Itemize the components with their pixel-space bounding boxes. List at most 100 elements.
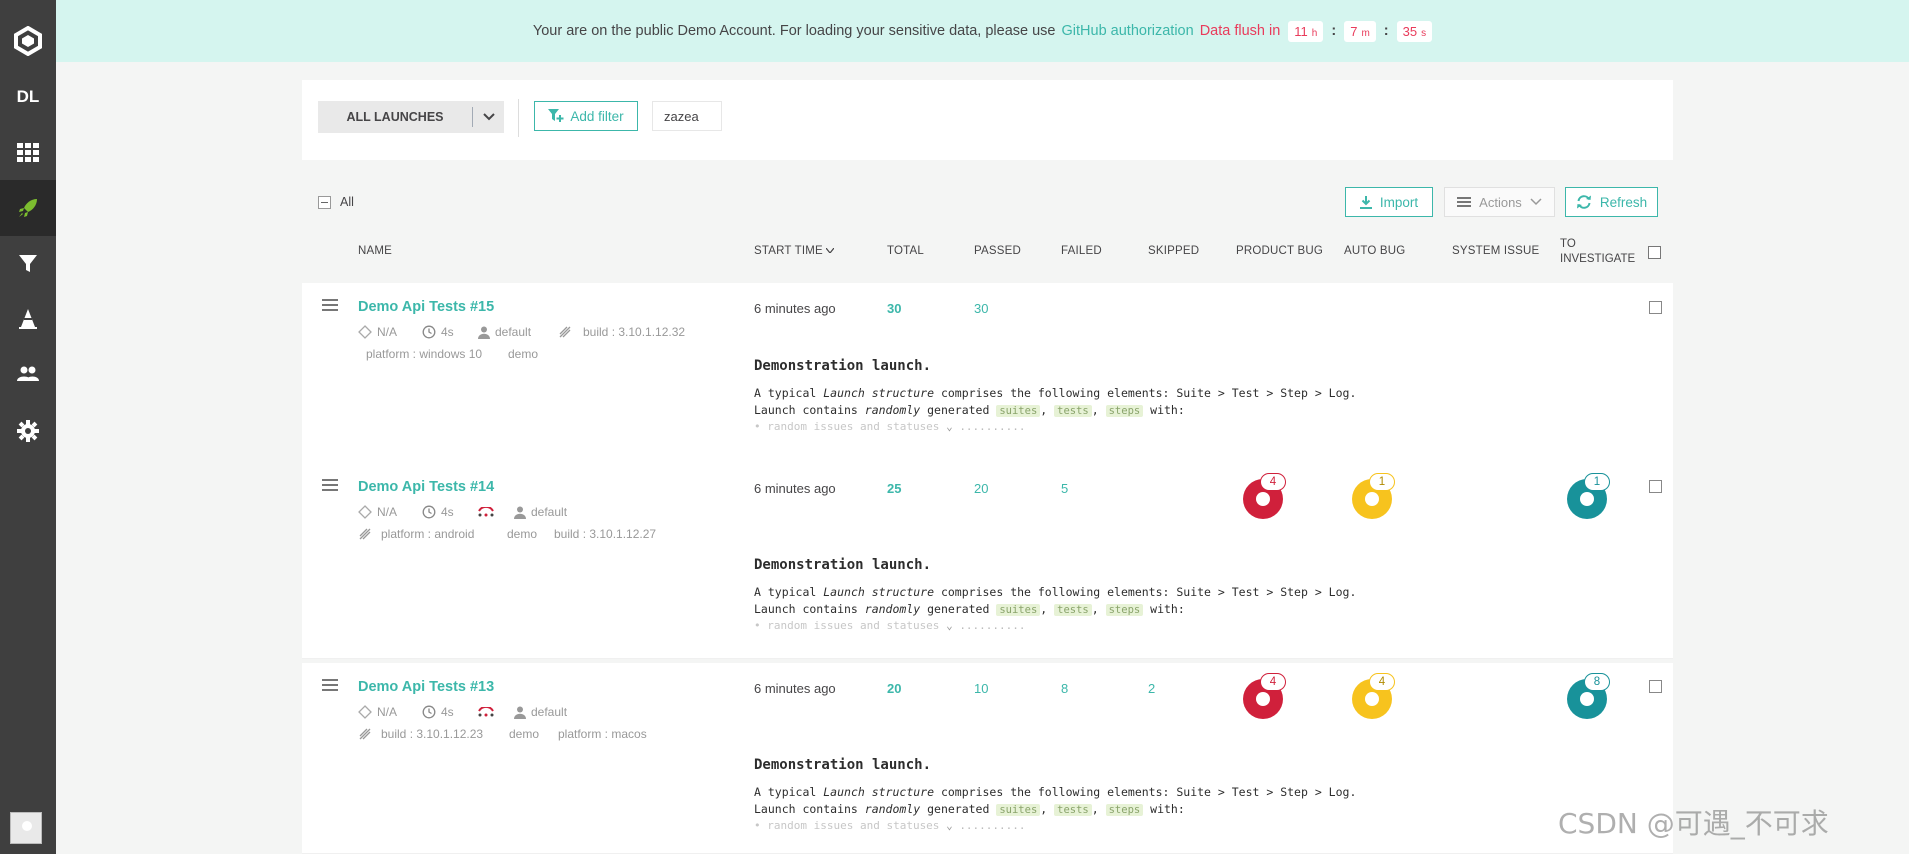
progress-dots-icon (476, 507, 496, 517)
desc-line3: • random issues and statuses (754, 420, 940, 433)
launches-select[interactable]: ALL LAUNCHES (318, 101, 504, 133)
logo-icon[interactable] (0, 13, 56, 69)
start-time: 6 minutes ago (754, 481, 836, 496)
hours-unit: h (1311, 27, 1318, 39)
attribute-tag[interactable]: build : 3.10.1.12.23 (381, 727, 483, 741)
diamond-icon (358, 325, 372, 339)
sidebar-item-members[interactable] (0, 346, 56, 402)
users-icon (17, 366, 39, 381)
code-suites: suites (996, 804, 1041, 816)
expand-chevron-icon[interactable]: ⌄ (946, 420, 953, 433)
select-all-label: All (340, 195, 354, 209)
attribute-tag[interactable]: demo (508, 347, 538, 361)
col-header-start-time-label: START TIME (754, 245, 823, 257)
project-initials: DL (16, 87, 40, 106)
sidebar-item-launches[interactable] (0, 180, 56, 236)
row-checkbox[interactable] (1649, 480, 1662, 493)
total-count[interactable]: 25 (887, 481, 901, 496)
col-header-start-time[interactable]: START TIME (754, 245, 835, 257)
demo-banner: Your are on the public Demo Account. For… (56, 0, 1909, 62)
hours-value: 11 (1294, 23, 1308, 39)
col-header-ti-line1: TO (1560, 238, 1576, 250)
launch-name[interactable]: Demo Api Tests #13 (358, 679, 494, 695)
owner-label: default (531, 505, 568, 519)
expand-chevron-icon[interactable]: ⌄ (946, 619, 953, 632)
row-checkbox[interactable] (1649, 680, 1662, 693)
project-selector[interactable]: DL (0, 69, 56, 125)
passed-count[interactable]: 30 (974, 301, 988, 316)
desc-heading: Demonstration launch. (754, 757, 932, 773)
attribute-tag[interactable]: platform : macos (558, 727, 647, 741)
launch-description: Demonstration launch. A typical Launch s… (754, 557, 1357, 632)
select-all-checkbox[interactable] (318, 196, 331, 209)
filter-panel: ALL LAUNCHES Add filter zazea (302, 80, 1673, 160)
failed-count[interactable]: 5 (1061, 481, 1068, 496)
clock-icon (422, 505, 436, 519)
attribute-tag[interactable]: platform : windows 10 (366, 347, 482, 361)
minutes-unit: m (1361, 27, 1370, 39)
desc-heading: Demonstration launch. (754, 557, 932, 573)
avatar[interactable] (10, 812, 42, 844)
sidebar-item-filters[interactable] (0, 236, 56, 292)
launch-row-13: Demo Api Tests #13 N/A 4s default build … (302, 663, 1673, 854)
col-header-to-investigate[interactable]: TO INVESTIGATE (1560, 237, 1635, 267)
col-header-name[interactable]: NAME (358, 245, 392, 257)
attribute-tag[interactable]: build : 3.10.1.12.27 (554, 527, 656, 541)
launch-row-14: Demo Api Tests #14 N/A 4s default platfo… (302, 463, 1673, 659)
filter-chip[interactable]: zazea (652, 101, 722, 131)
attribute-tag[interactable]: demo (507, 527, 537, 541)
col-header-passed[interactable]: PASSED (974, 245, 1021, 257)
header-checkbox[interactable] (1648, 246, 1661, 259)
col-header-product-bug[interactable]: PRODUCT BUG (1236, 245, 1323, 257)
code-tests: tests (1054, 604, 1092, 616)
grid-icon (17, 143, 39, 162)
duration-label: 4s (441, 505, 454, 519)
failed-count[interactable]: 8 (1061, 681, 1068, 696)
actions-dropdown[interactable]: Actions (1444, 187, 1555, 217)
total-count[interactable]: 30 (887, 301, 901, 316)
clock-icon (422, 325, 436, 339)
chevron-down-icon[interactable] (473, 113, 504, 121)
import-button[interactable]: Import (1345, 187, 1433, 217)
attribute-tag[interactable]: platform : android (381, 527, 474, 541)
hamburger-menu-icon[interactable] (322, 479, 338, 494)
code-steps: steps (1105, 405, 1144, 417)
duration-label: 4s (441, 705, 454, 719)
add-filter-icon (548, 109, 564, 122)
passed-count[interactable]: 10 (974, 681, 988, 696)
col-header-skipped[interactable]: SKIPPED (1148, 245, 1199, 257)
hamburger-menu-icon[interactable] (322, 679, 338, 694)
skipped-count[interactable]: 2 (1148, 681, 1155, 696)
attribute-tag[interactable]: build : 3.10.1.12.32 (583, 325, 685, 339)
col-header-failed[interactable]: FAILED (1061, 245, 1102, 257)
launch-name[interactable]: Demo Api Tests #15 (358, 299, 494, 315)
seconds-unit: s (1421, 27, 1427, 39)
auto-bug-count: 1 (1369, 473, 1395, 491)
duration-label: 4s (441, 325, 454, 339)
hamburger-menu-icon[interactable] (322, 299, 338, 314)
tag-icon (359, 728, 371, 740)
col-header-auto-bug[interactable]: AUTO BUG (1344, 245, 1405, 257)
col-header-total[interactable]: TOTAL (887, 245, 924, 257)
refresh-button[interactable]: Refresh (1565, 187, 1658, 217)
owner-meta: default (514, 705, 567, 719)
col-header-system-issue[interactable]: SYSTEM ISSUE (1452, 245, 1539, 257)
diamond-icon (358, 505, 372, 519)
sidebar-item-debug[interactable] (0, 291, 56, 347)
github-auth-link[interactable]: GitHub authorization (1062, 23, 1194, 39)
owner-label: default (495, 325, 532, 339)
launch-description: Demonstration launch. A typical Launch s… (754, 358, 1357, 433)
attribute-tag[interactable]: demo (509, 727, 539, 741)
total-count[interactable]: 20 (887, 681, 901, 696)
sidebar-item-dashboards[interactable] (0, 125, 56, 181)
code-steps: steps (1105, 604, 1144, 616)
sidebar-item-settings[interactable] (0, 403, 56, 459)
passed-count[interactable]: 20 (974, 481, 988, 496)
launch-name[interactable]: Demo Api Tests #14 (358, 479, 494, 495)
expand-chevron-icon[interactable]: ⌄ (946, 819, 953, 832)
row-checkbox[interactable] (1649, 301, 1662, 314)
na-label: N/A (377, 325, 398, 339)
start-time: 6 minutes ago (754, 301, 836, 316)
add-filter-button[interactable]: Add filter (534, 101, 638, 131)
rocket-icon (19, 199, 37, 217)
